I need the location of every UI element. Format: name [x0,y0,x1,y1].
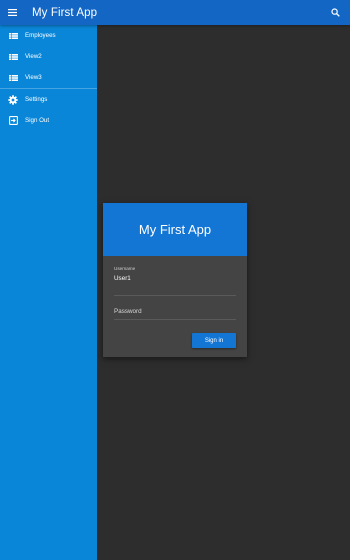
nav-item-view2[interactable]: View2 [0,46,97,67]
nav-item-label: Settings [25,96,48,103]
view-list-icon [8,73,18,83]
username-field[interactable]: Username User1 [114,266,236,296]
password-field[interactable]: Password [114,296,236,320]
navigation-drawer: Employees View2 View3 Settings Sign Out [0,25,97,560]
view-list-icon [8,31,18,41]
exit-icon [8,116,18,126]
nav-item-employees[interactable]: Employees [0,25,97,46]
login-card-header: My First App [103,203,247,256]
login-form: Username User1 Password Sign in [103,256,247,357]
nav-item-sign-out[interactable]: Sign Out [0,110,97,131]
nav-item-label: Sign Out [25,117,50,124]
search-icon [330,8,340,17]
nav-item-label: View2 [25,53,42,60]
sign-in-button[interactable]: Sign in [192,333,236,348]
search-button[interactable] [324,0,346,25]
hamburger-menu-icon [7,9,17,16]
app-title: My First App [32,6,98,19]
menu-button[interactable] [0,0,24,25]
username-input[interactable]: User1 [114,275,236,282]
login-card: My First App Username User1 Password Sig… [103,203,247,357]
password-input[interactable]: Password [114,308,142,315]
username-label: Username [114,266,136,271]
app-bar: My First App [0,0,350,25]
nav-item-label: View3 [25,74,42,81]
login-title: My First App [138,222,212,237]
nav-item-label: Employees [25,32,56,39]
view-list-icon [8,52,18,62]
nav-item-view3[interactable]: View3 [0,67,97,88]
gear-icon [8,94,18,105]
nav-item-settings[interactable]: Settings [0,89,97,110]
